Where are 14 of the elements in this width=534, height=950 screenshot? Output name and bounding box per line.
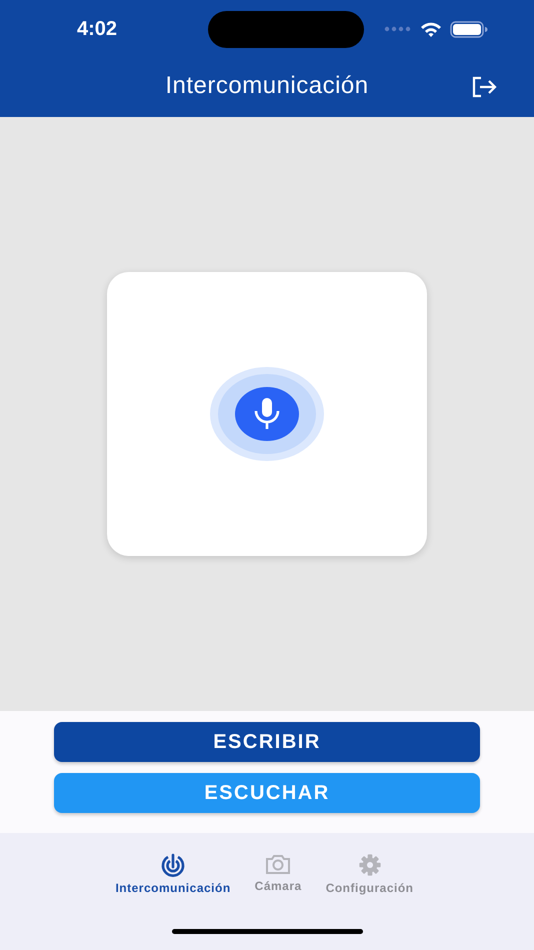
battery-icon: [450, 20, 488, 38]
tab-item[interactable]: Cámara: [254, 853, 302, 895]
settings-icon: [356, 853, 383, 877]
status-time: 4:02: [77, 18, 118, 40]
microphone-icon[interactable]: [210, 367, 324, 461]
tab-item[interactable]: Configuración: [326, 853, 414, 895]
logout-icon[interactable]: [471, 76, 497, 98]
action-button[interactable]: ESCUCHAR: [54, 773, 480, 813]
screen-title: Intercomunicación: [165, 72, 369, 100]
tab-item[interactable]: Intercomunicación: [115, 853, 231, 895]
camera-icon: [265, 853, 292, 875]
signal-icon: [384, 26, 412, 32]
wifi-icon: [420, 21, 442, 37]
action-button[interactable]: ESCRIBIR: [54, 722, 480, 762]
